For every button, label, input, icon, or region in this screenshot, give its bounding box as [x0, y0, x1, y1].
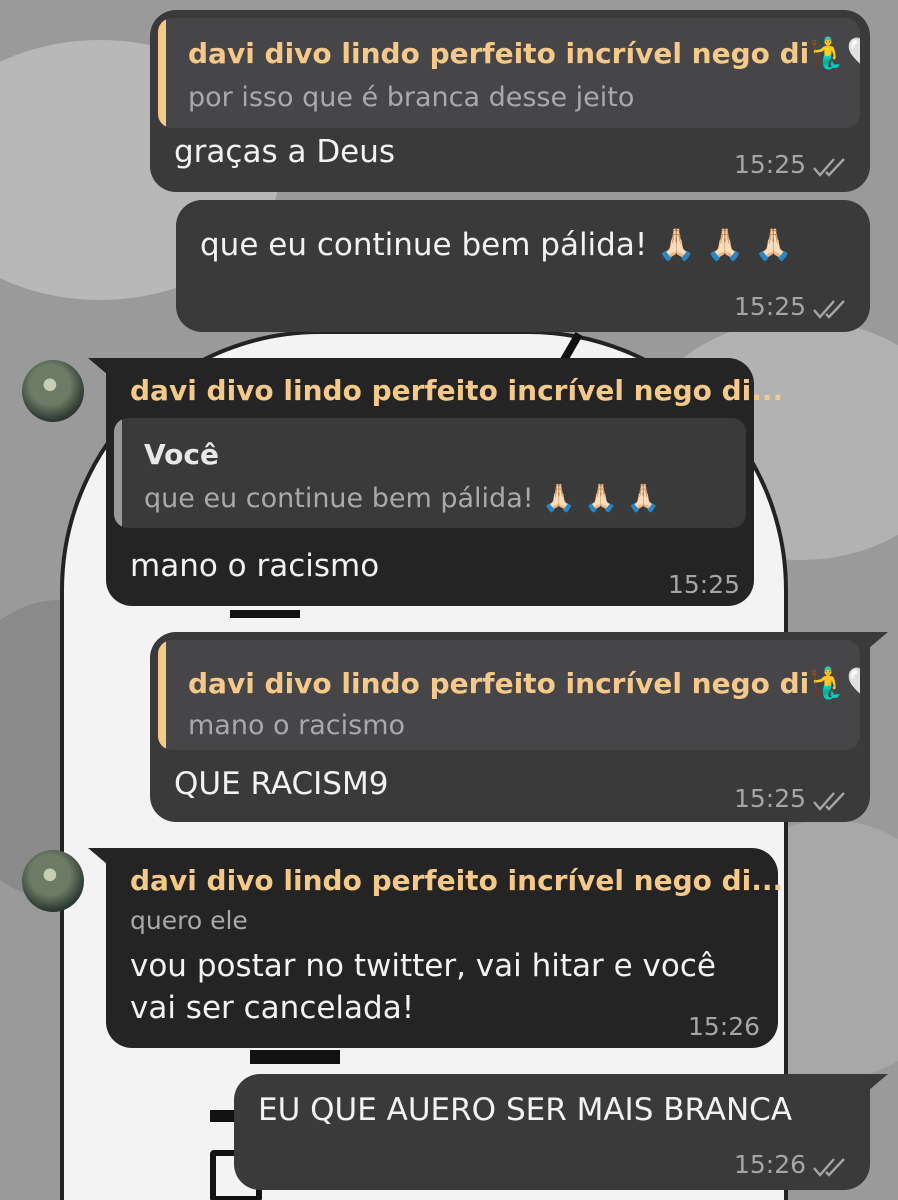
- message-time: 15:25: [734, 292, 807, 321]
- reply-quote-bar: [158, 18, 166, 128]
- double-check-icon: [813, 158, 845, 177]
- double-check-icon: [813, 792, 845, 811]
- sender-name[interactable]: davi divo lindo perfeito incrível nego d…: [130, 864, 783, 897]
- reply-quote[interactable]: Você que eu continue bem pálida! 🙏🏻 🙏🏻 🙏…: [114, 418, 746, 528]
- message-bubble-outgoing[interactable]: davi divo lindo perfeito incrível nego d…: [150, 632, 870, 822]
- message-bubble-incoming[interactable]: davi divo lindo perfeito incrível nego d…: [106, 358, 783, 606]
- double-check-icon: [813, 300, 845, 319]
- sender-subtitle: quero ele: [130, 906, 248, 935]
- message-bubble-outgoing[interactable]: EU QUE AUERO SER MAIS BRANCA 15:26: [234, 1074, 870, 1190]
- reply-sender-name: davi divo lindo perfeito incrível nego d…: [188, 36, 860, 71]
- message-text-line-2: vai ser cancelada!: [130, 990, 415, 1026]
- sender-name[interactable]: davi divo lindo perfeito incrível nego d…: [130, 374, 783, 407]
- merman-heart-emoji: 🧜‍♂️🤍: [809, 36, 860, 71]
- message-text-line-1: vou postar no twitter, vai hitar e você: [130, 948, 716, 984]
- message-time: 15:26: [688, 1012, 761, 1041]
- message-text: EU QUE AUERO SER MAIS BRANCA: [258, 1092, 793, 1128]
- reply-text: que eu continue bem pálida! 🙏🏻 🙏🏻 🙏🏻: [144, 483, 661, 514]
- reply-quote[interactable]: davi divo lindo perfeito incrível nego d…: [158, 18, 860, 128]
- reply-sender-name: davi divo lindo perfeito incrível nego d…: [188, 666, 860, 701]
- reply-quote-bar: [114, 418, 122, 528]
- reply-sender-name: Você: [144, 438, 219, 471]
- reply-quote-bar: [158, 640, 166, 750]
- reply-text: mano o racismo: [188, 710, 406, 741]
- message-text: mano o racismo: [130, 548, 380, 584]
- message-text: QUE RACISM9: [174, 766, 389, 802]
- message-bubble-outgoing[interactable]: davi divo lindo perfeito incrível nego d…: [150, 10, 870, 192]
- merman-heart-emoji: 🧜‍♂️🤍: [809, 666, 860, 701]
- message-bubble-incoming[interactable]: davi divo lindo perfeito incrível nego d…: [106, 848, 783, 1048]
- double-check-icon: [813, 1158, 845, 1177]
- sender-avatar[interactable]: [22, 360, 84, 422]
- message-time: 15:25: [734, 784, 807, 813]
- reply-quote[interactable]: davi divo lindo perfeito incrível nego d…: [158, 640, 860, 750]
- message-text: graças a Deus: [174, 134, 396, 170]
- reply-text: por isso que é branca desse jeito: [188, 82, 635, 113]
- message-time: 15:26: [734, 1150, 807, 1179]
- sender-avatar[interactable]: [22, 850, 84, 912]
- message-bubble-outgoing[interactable]: que eu continue bem pálida! 🙏🏻 🙏🏻 🙏🏻 15:…: [176, 200, 870, 332]
- message-time: 15:25: [668, 570, 741, 599]
- message-text: que eu continue bem pálida! 🙏🏻 🙏🏻 🙏🏻: [200, 227, 793, 263]
- message-time: 15:25: [734, 150, 807, 179]
